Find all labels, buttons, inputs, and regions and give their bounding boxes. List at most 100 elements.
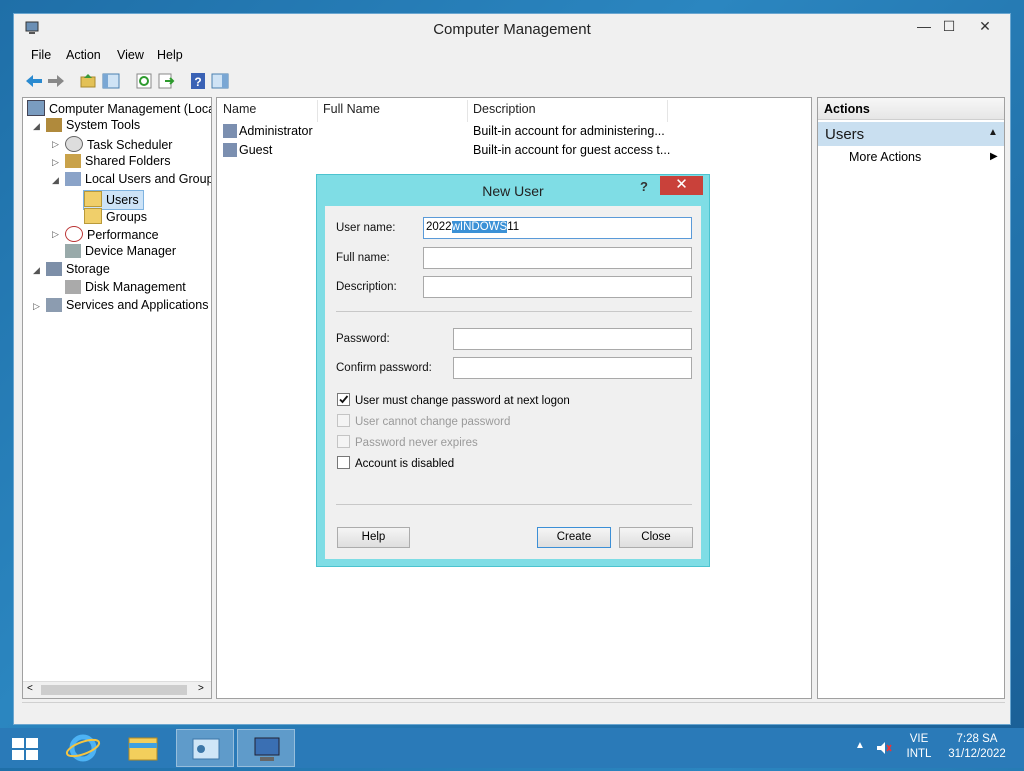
- expand-arrow-icon[interactable]: ▷: [52, 157, 59, 168]
- menu-bar: File Action View Help: [14, 46, 1010, 66]
- column-header-description[interactable]: Description: [473, 102, 536, 122]
- user-name: Administrator: [239, 124, 313, 138]
- start-windows-icon[interactable]: [12, 738, 38, 760]
- file-explorer-icon: [128, 737, 158, 761]
- maximize-button[interactable]: ☐: [934, 16, 964, 38]
- new-user-dialog: New User ? ✕ User name: 2022wINDOWS11 Fu…: [316, 174, 710, 567]
- forward-arrow-icon[interactable]: [46, 71, 66, 91]
- dialog-help-button[interactable]: ?: [640, 179, 648, 194]
- tree-item-users[interactable]: Users: [83, 190, 144, 210]
- tree-item-services-and-applications[interactable]: Services and Applications: [46, 298, 208, 316]
- scroll-right-icon[interactable]: >: [198, 683, 204, 694]
- table-row[interactable]: Guest Built-in account for guest access …: [223, 143, 670, 161]
- tree-label: Groups: [106, 210, 147, 224]
- menu-file[interactable]: File: [31, 48, 51, 62]
- description-field[interactable]: [423, 276, 692, 298]
- checkbox-label: Password never expires: [355, 437, 478, 449]
- column-header-name[interactable]: Name: [223, 102, 256, 122]
- tree-label: System Tools: [66, 118, 141, 132]
- tree-item-storage[interactable]: Storage: [46, 262, 110, 280]
- tree-item-device-manager[interactable]: Device Manager: [65, 244, 176, 262]
- tree-item-disk-management[interactable]: Disk Management: [65, 280, 186, 298]
- taskbar-computer-management[interactable]: [237, 729, 295, 767]
- scrollbar-thumb[interactable]: [41, 685, 187, 695]
- expand-arrow-icon[interactable]: ▷: [52, 139, 59, 150]
- internet-explorer-icon: [65, 734, 101, 762]
- user-description: Built-in account for administering...: [473, 124, 665, 138]
- create-button[interactable]: Create: [537, 527, 611, 548]
- confirm-password-field[interactable]: [453, 357, 692, 379]
- tree-horizontal-scrollbar[interactable]: < >: [23, 681, 211, 698]
- show-hide-action-pane-icon[interactable]: [210, 71, 230, 91]
- tree-label: Local Users and Groups: [85, 172, 212, 186]
- show-hidden-icons[interactable]: ▲: [855, 740, 865, 751]
- must-change-password-checkbox[interactable]: User must change password at next logon: [337, 393, 570, 407]
- menu-help[interactable]: Help: [157, 48, 183, 62]
- export-list-icon[interactable]: [156, 71, 176, 91]
- selected-text: wINDOWS: [451, 221, 508, 233]
- column-header-full-name[interactable]: Full Name: [323, 102, 380, 122]
- description-label: Description:: [336, 281, 397, 293]
- input-language[interactable]: VIE INTL: [900, 733, 938, 760]
- taskbar-internet-explorer[interactable]: [54, 729, 112, 767]
- back-arrow-icon[interactable]: [24, 71, 44, 91]
- window-title: Computer Management: [433, 21, 591, 38]
- status-bar: [22, 702, 1005, 721]
- more-actions-label: More Actions: [849, 150, 922, 164]
- expand-arrow-icon[interactable]: ▷: [33, 301, 40, 312]
- dialog-close-text-button[interactable]: Close: [619, 527, 693, 548]
- title-bar[interactable]: Computer Management — ☐ ✕: [14, 14, 1010, 44]
- account-disabled-checkbox[interactable]: Account is disabled: [337, 456, 454, 470]
- cannot-change-password-checkbox: User cannot change password: [337, 414, 510, 428]
- storage-icon: [46, 262, 62, 276]
- actions-section-users[interactable]: Users ▲: [818, 122, 1004, 146]
- table-row[interactable]: Administrator Built-in account for admin…: [223, 124, 665, 142]
- tree-item-performance[interactable]: Performance: [65, 226, 159, 244]
- menu-action[interactable]: Action: [66, 48, 101, 62]
- tree-label: Shared Folders: [85, 154, 171, 168]
- actions-section-label: Users: [825, 126, 865, 143]
- tree-label: Services and Applications: [66, 298, 209, 312]
- tree-item-local-users-and-groups[interactable]: Local Users and Groups: [65, 172, 212, 190]
- tree-item-groups[interactable]: Groups: [84, 208, 147, 226]
- tree-item-task-scheduler[interactable]: Task Scheduler: [65, 136, 172, 154]
- user-icon: [223, 124, 237, 138]
- refresh-icon[interactable]: [134, 71, 154, 91]
- tree-label: Users: [106, 193, 139, 207]
- password-label: Password:: [336, 333, 390, 345]
- up-folder-icon[interactable]: [78, 71, 98, 91]
- expand-arrow-icon[interactable]: ▷: [52, 229, 59, 240]
- services-icon: [46, 298, 62, 312]
- full-name-field[interactable]: [423, 247, 692, 269]
- dialog-title: New User: [482, 183, 544, 199]
- help-icon[interactable]: ?: [188, 71, 208, 91]
- collapse-arrow-icon[interactable]: ◢: [52, 175, 59, 186]
- performance-icon: [65, 226, 83, 242]
- collapse-up-icon[interactable]: ▲: [988, 127, 998, 138]
- checkbox-label: User must change password at next logon: [355, 395, 570, 407]
- more-actions-item[interactable]: More Actions: [849, 150, 921, 164]
- collapse-arrow-icon[interactable]: ◢: [33, 265, 40, 276]
- close-button[interactable]: ✕: [970, 16, 1000, 38]
- computer-icon: [27, 100, 45, 116]
- dialog-close-button[interactable]: ✕: [660, 176, 703, 195]
- show-hide-tree-icon[interactable]: [101, 71, 121, 91]
- help-button[interactable]: Help: [337, 527, 410, 548]
- collapse-arrow-icon[interactable]: ◢: [33, 121, 40, 132]
- checkbox-label: Account is disabled: [355, 458, 455, 470]
- tree-item-system-tools[interactable]: System Tools: [46, 118, 140, 136]
- shared-folder-icon: [65, 154, 81, 168]
- user-description: Built-in account for guest access t...: [473, 143, 671, 157]
- password-field[interactable]: [453, 328, 692, 350]
- menu-view[interactable]: View: [117, 48, 144, 62]
- taskbar-control-panel[interactable]: [176, 729, 234, 767]
- clock[interactable]: 7:28 SA 31/12/2022: [944, 733, 1010, 760]
- taskbar-file-explorer[interactable]: [114, 729, 172, 767]
- checkbox-checked[interactable]: [337, 393, 350, 406]
- speaker-muted-icon[interactable]: [876, 741, 892, 755]
- tree-item-shared-folders[interactable]: Shared Folders: [65, 154, 170, 172]
- tree-item-computer-management[interactable]: Computer Management (Local: [27, 100, 211, 118]
- scroll-left-icon[interactable]: <: [27, 683, 33, 694]
- checkbox-label: User cannot change password: [355, 416, 511, 428]
- user-name-field[interactable]: 2022wINDOWS11: [423, 217, 692, 239]
